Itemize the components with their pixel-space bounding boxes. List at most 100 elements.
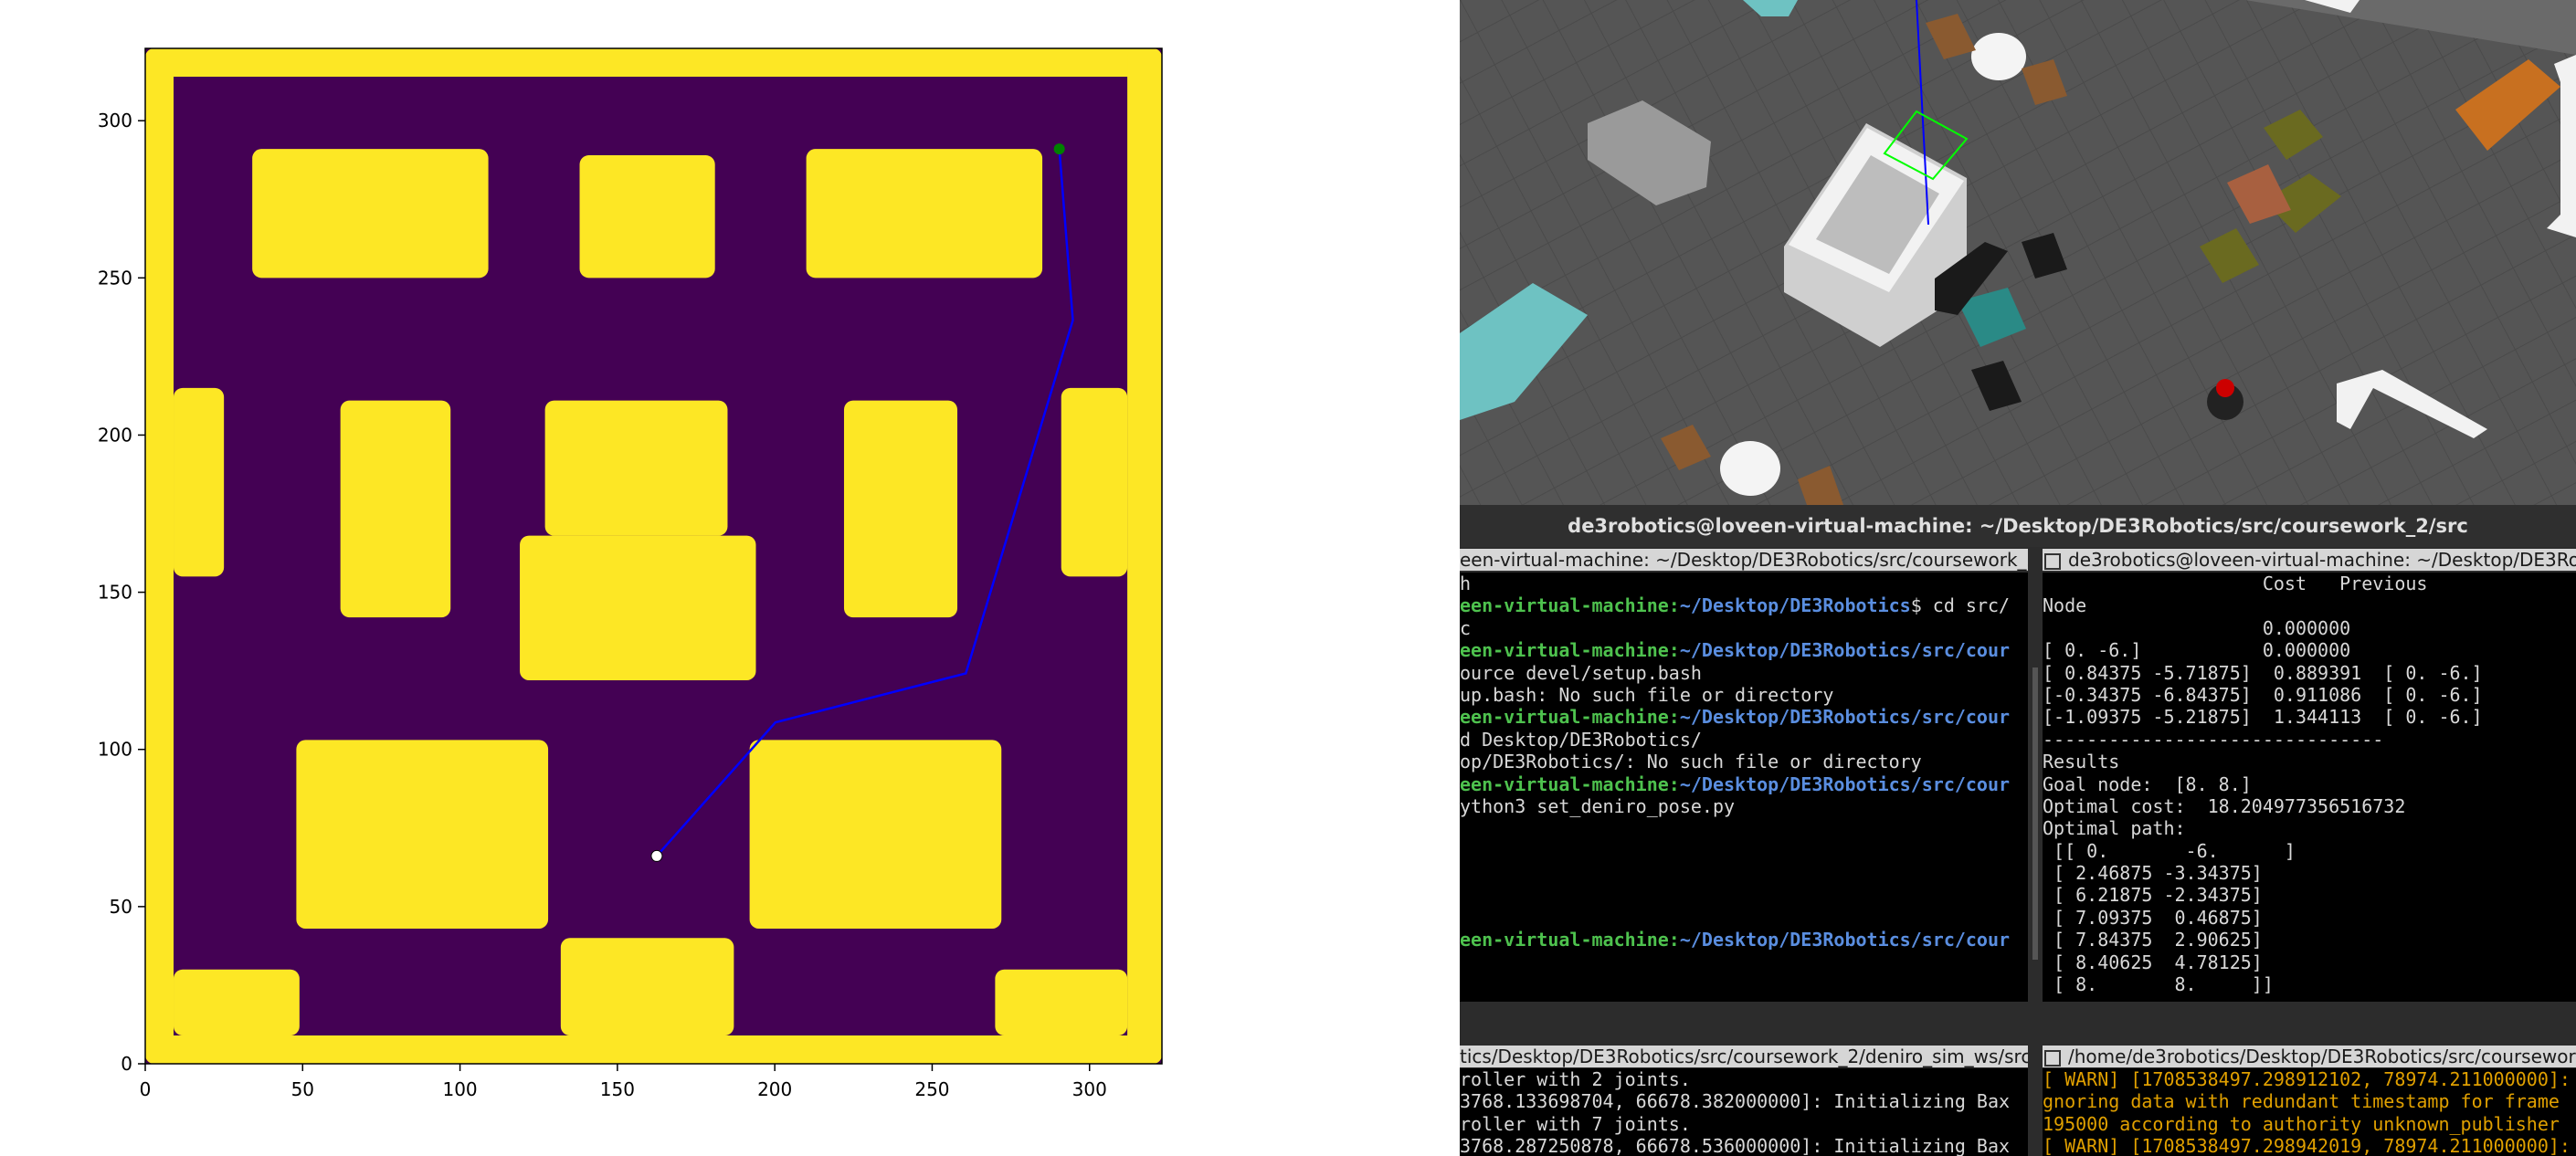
term-line: roller with 7 joints.: [1460, 1112, 1691, 1135]
term-line: Optimal cost: 18.204977356516732: [2043, 794, 2406, 817]
terminal-pane-top-right[interactable]: Cost Previous Node 0.000000 [ 0. -6.] 0.…: [2043, 573, 2576, 1002]
pane-splitter-vertical[interactable]: [2028, 549, 2043, 1002]
term-line: Optimal path:: [2043, 817, 2186, 840]
term-line: een-virtual-machine:~/Desktop/DE3Robotic…: [1460, 773, 2028, 795]
start-marker: [650, 849, 663, 862]
tab-bottom-right[interactable]: /home/de3robotics/Desktop/DE3Robotics/sr…: [2043, 1046, 2576, 1067]
y-tick-label: 300: [98, 110, 132, 131]
y-tick-label: 100: [98, 739, 132, 761]
obstacle: [145, 1035, 1162, 1064]
command-text: $ cd src/: [1910, 594, 2011, 617]
term-line: op/DE3Robotics/: No such file or directo…: [1460, 751, 1922, 773]
tab-top-right[interactable]: de3robotics@loveen-virtual-machine: ~/De…: [2043, 549, 2576, 571]
term-line-warn: [ WARN] [1708538497.298912102, 78974.211…: [2043, 1068, 2571, 1090]
prompt-path: ~/Desktop/DE3Robotics/src/cour: [1679, 772, 2011, 795]
terminal-window[interactable]: de3robotics@loveen-virtual-machine: ~/De…: [1460, 505, 2576, 1156]
term-line: ource devel/setup.bash: [1460, 661, 1702, 684]
y-tick-label: 50: [110, 896, 132, 918]
prompt-host: een-virtual-machine:: [1460, 772, 1680, 795]
sim-scene[interactable]: [1460, 0, 2576, 505]
tab-split-icon: [2044, 1049, 2061, 1067]
term-line: een-virtual-machine:~/Desktop/DE3Robotic…: [1460, 639, 2028, 661]
prompt-host: een-virtual-machine:: [1460, 929, 1680, 951]
x-tick-label: 300: [1072, 1078, 1107, 1100]
prompt-path: ~/Desktop/DE3Robotics: [1679, 594, 1911, 617]
prompt-host: een-virtual-machine:: [1460, 594, 1680, 617]
term-line: [ 8. 8. ]]: [2043, 973, 2274, 996]
term-line: een-virtual-machine:~/Desktop/DE3Robotic…: [1460, 929, 2028, 951]
tab-split-icon: [2044, 552, 2061, 570]
term-line: Goal node: [8. 8.]: [2043, 772, 2252, 795]
terminal-title: de3robotics@loveen-virtual-machine: ~/De…: [1460, 505, 2576, 547]
term-line-warn: gnoring data with redundant timestamp fo…: [2043, 1090, 2560, 1113]
obstacle: [749, 740, 1002, 929]
x-tick-label: 100: [442, 1078, 477, 1100]
term-line: [-0.34375 -6.84375] 0.911086 [ 0. -6.]: [2043, 683, 2483, 706]
term-line: d Desktop/DE3Robotics/: [1460, 728, 1702, 751]
term-line: 3768.133698704, 66678.382000000]: Initia…: [1460, 1090, 2011, 1113]
x-tick-label: 200: [757, 1078, 792, 1100]
terminal-pane-bottom-left[interactable]: roller with 2 joints. 3768.133698704, 66…: [1460, 1068, 2028, 1156]
obstacle: [806, 149, 1043, 278]
obstacle: [843, 400, 958, 618]
term-line: ython3 set_deniro_pose.py: [1460, 794, 1736, 817]
y-tick-label: 200: [98, 424, 132, 446]
term-line: [ 7.84375 2.90625]: [2043, 929, 2263, 951]
obstacle: [340, 400, 451, 618]
term-line: 0.000000: [2043, 616, 2351, 639]
x-tick-label: 0: [140, 1078, 152, 1100]
term-line: een-virtual-machine:~/Desktop/DE3Robotic…: [1460, 706, 2028, 728]
terminal-pane-bottom-right[interactable]: [ WARN] [1708538497.298912102, 78974.211…: [2043, 1068, 2576, 1156]
x-tick-label: 250: [914, 1078, 949, 1100]
tab-top-left[interactable]: een-virtual-machine: ~/Desktop/DE3Roboti…: [1460, 549, 2028, 571]
obstacle: [995, 969, 1128, 1036]
term-line: -------------------------------: [2043, 995, 2576, 1002]
round-table-top: [1971, 33, 2026, 80]
obstacle: [560, 938, 734, 1036]
round-table-bottom: [1720, 441, 1780, 496]
y-tick-label: 250: [98, 267, 132, 289]
tab-bottom-right-label: /home/de3robotics/Desktop/DE3Robotics/sr…: [2068, 1046, 2576, 1067]
obstacle: [145, 48, 174, 1064]
occupancy-plot-panel: 0 50 100 150 200 250 300 0 50 100 150 200 250 300: [0, 0, 1460, 1156]
term-line: [[ 0. -6. ]: [2043, 839, 2296, 862]
term-line: een-virtual-machine:~/Desktop/DE3Robotic…: [1460, 594, 2028, 616]
term-line: [ 8.40625 4.78125]: [2043, 951, 2263, 973]
term-line: [ 0. -6.] 0.000000: [2043, 639, 2351, 662]
terminal-pane-top-left[interactable]: h een-virtual-machine:~/Desktop/DE3Robot…: [1460, 573, 2028, 1002]
y-tick-label: 150: [98, 582, 132, 604]
term-line: 3768.287250878, 66678.536000000]: Initia…: [1460, 1135, 2011, 1156]
term-line: [ 0.84375 -5.71875] 0.889391 [ 0. -6.]: [2043, 661, 2483, 684]
prompt-path: ~/Desktop/DE3Robotics/src/cour: [1679, 706, 2011, 729]
obstacle: [1061, 387, 1128, 577]
prompt-path: ~/Desktop/DE3Robotics/src/cour: [1679, 929, 2011, 951]
term-line: h: [1460, 573, 1472, 594]
obstacle: [174, 387, 225, 577]
y-tick-label: 0: [121, 1053, 132, 1075]
obstacle: [579, 155, 715, 278]
tab-top-right-label: de3robotics@loveen-virtual-machine: ~/De…: [2068, 549, 2576, 571]
term-line: [ 7.09375 0.46875]: [2043, 906, 2263, 929]
obstacle: [174, 969, 300, 1036]
term-line: roller with 2 joints.: [1460, 1068, 1691, 1090]
prompt-host: een-virtual-machine:: [1460, 706, 1680, 729]
scrollbar-thumb[interactable]: [2032, 667, 2038, 960]
tab-bottom-left[interactable]: tics/Desktop/DE3Robotics/src/coursework_…: [1460, 1046, 2028, 1067]
term-line: Cost Previous: [2043, 573, 2428, 594]
obstacle: [1127, 48, 1162, 1064]
occupancy-plot: 0 50 100 150 200 250 300 0 50 100 150 200 250 300: [98, 47, 1163, 1100]
obstacle: [145, 48, 1162, 77]
x-tick-label: 50: [291, 1078, 314, 1100]
gazebo-sim-view[interactable]: [1460, 0, 2576, 505]
term-line: [-1.09375 -5.21875] 1.344113 [ 0. -6.]: [2043, 706, 2483, 729]
term-line-warn: [ WARN] [1708538497.298942019, 78974.211…: [2043, 1135, 2571, 1156]
sim-floor: [1460, 0, 2576, 505]
goal-marker: [1053, 143, 1065, 155]
x-tick-label: 150: [600, 1078, 635, 1100]
obstacle: [296, 740, 549, 929]
term-line: [ 2.46875 -3.34375]: [2043, 862, 2263, 885]
plot-area: [145, 48, 1162, 1064]
term-line: c: [1460, 616, 1472, 639]
term-line-warn: 195000 according to authority unknown_pu…: [2043, 1112, 2560, 1135]
obstacle: [520, 535, 756, 680]
